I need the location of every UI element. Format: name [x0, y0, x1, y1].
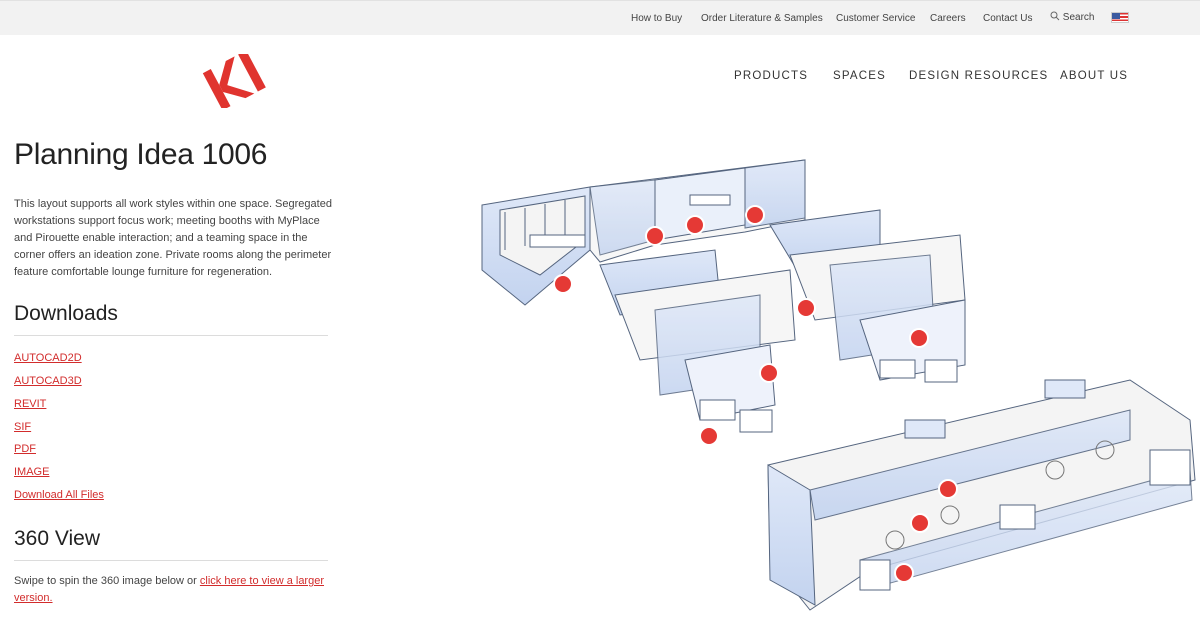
downloads-divider	[14, 335, 328, 336]
downloads-heading: Downloads	[14, 302, 118, 325]
download-revit-link[interactable]: REVIT	[14, 398, 46, 410]
hotspot-marker[interactable]	[796, 298, 816, 318]
hotspot-marker[interactable]	[759, 363, 779, 383]
download-sif-link[interactable]: SIF	[14, 421, 31, 433]
search-button[interactable]: Search	[1050, 11, 1094, 23]
order-literature-link[interactable]: Order Literature & Samples	[701, 13, 823, 24]
nav-products[interactable]: PRODUCTS	[734, 70, 808, 82]
search-icon	[1050, 11, 1060, 21]
download-image-link[interactable]: IMAGE	[14, 466, 49, 478]
download-pdf-link[interactable]: PDF	[14, 443, 36, 455]
nav-spaces[interactable]: SPACES	[833, 70, 886, 82]
ki-logo[interactable]	[198, 54, 268, 108]
nav-design-resources[interactable]: DESIGN RESOURCES	[909, 70, 1048, 82]
download-all-files-link[interactable]: Download All Files	[14, 489, 104, 501]
hotspot-marker[interactable]	[938, 479, 958, 499]
us-flag-icon[interactable]	[1111, 12, 1129, 23]
workstation-cluster-right	[769, 209, 966, 383]
hotspot-marker[interactable]	[909, 328, 929, 348]
utility-bar: How to Buy Order Literature & Samples Cu…	[0, 0, 1200, 35]
hotspot-marker[interactable]	[685, 215, 705, 235]
workstation-cluster-bottom	[767, 379, 1196, 611]
customer-service-link[interactable]: Customer Service	[836, 13, 915, 24]
hotspot-marker[interactable]	[745, 205, 765, 225]
contact-us-link[interactable]: Contact Us	[983, 13, 1032, 24]
view360-text: Swipe to spin the 360 image below or	[14, 575, 200, 587]
download-autocad2d-link[interactable]: AUTOCAD2D	[14, 352, 82, 364]
page-description: This layout supports all work styles wit…	[14, 198, 332, 278]
hotspot-marker[interactable]	[910, 513, 930, 533]
search-label: Search	[1062, 12, 1095, 23]
how-to-buy-link[interactable]: How to Buy	[631, 13, 682, 24]
hotspot-marker[interactable]	[699, 426, 719, 446]
nav-about-us[interactable]: ABOUT US	[1060, 70, 1128, 82]
floor-plan-rendering[interactable]	[460, 145, 1200, 628]
view360-instructions: Swipe to spin the 360 image below or cli…	[14, 573, 334, 607]
workstation-cluster-center	[599, 249, 796, 433]
careers-link[interactable]: Careers	[930, 13, 966, 24]
hotspot-marker[interactable]	[894, 563, 914, 583]
hotspot-marker[interactable]	[553, 274, 573, 294]
view360-heading: 360 View	[14, 527, 101, 550]
download-autocad3d-link[interactable]: AUTOCAD3D	[14, 375, 82, 387]
page-title: Planning Idea 1006	[14, 138, 268, 171]
view360-divider	[14, 560, 328, 561]
hotspot-marker[interactable]	[645, 226, 665, 246]
